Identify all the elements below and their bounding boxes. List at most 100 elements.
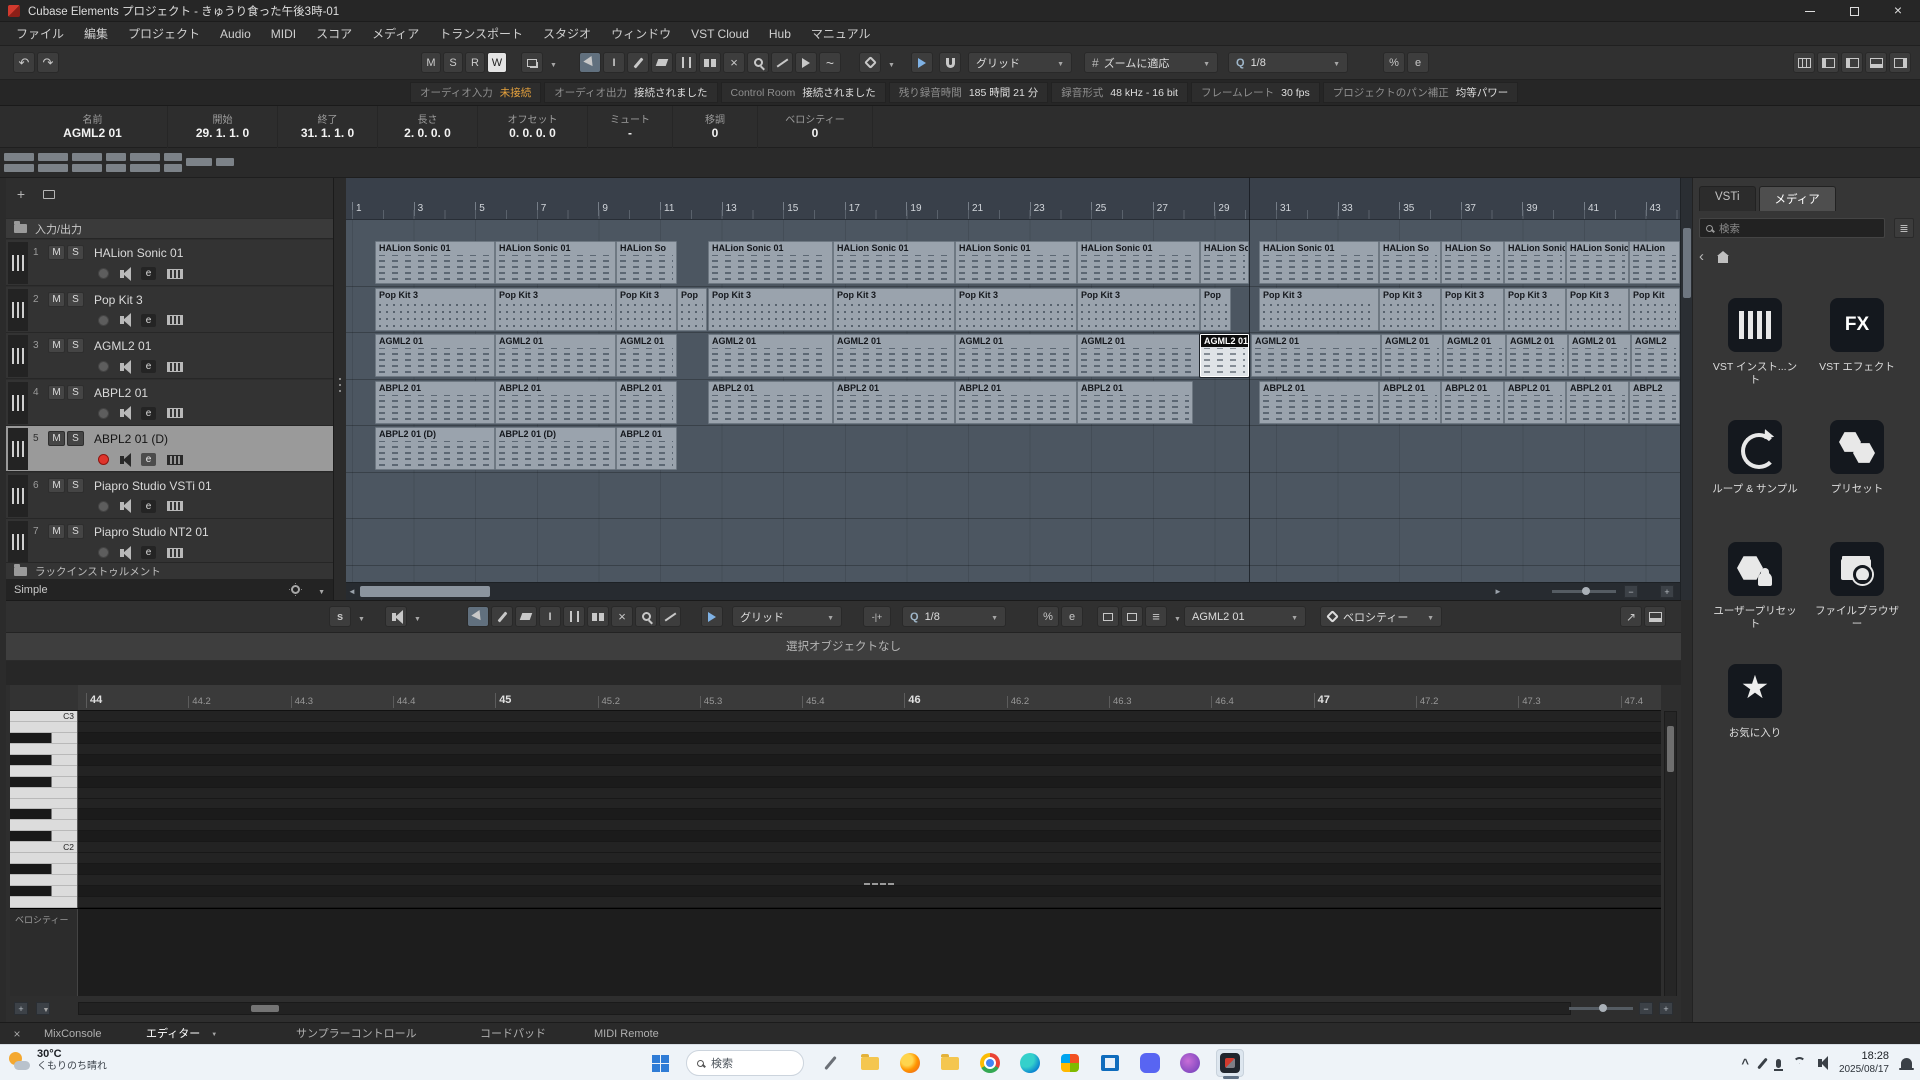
snap-type-combo[interactable]: グリッド xyxy=(968,52,1072,73)
midi-clip[interactable]: ABPL2 01 xyxy=(1441,381,1504,424)
automation-panel-button[interactable] xyxy=(521,52,543,73)
editor-lane-dropdown-button[interactable] xyxy=(36,1002,50,1015)
white-key[interactable]: C2 xyxy=(10,842,77,853)
track-row-7[interactable]: 7MSPiapro Studio NT2 01e xyxy=(6,519,333,565)
midi-clip[interactable]: HALion So xyxy=(616,241,677,284)
bottom-tab-3[interactable]: コードパッド xyxy=(480,1023,546,1045)
midi-clip[interactable]: HALion Sonic 01 xyxy=(708,241,833,284)
active-part-combo[interactable]: AGML2 01 xyxy=(1184,606,1306,627)
editor-trim-tool[interactable] xyxy=(539,606,561,627)
editor-zoom-tool[interactable] xyxy=(635,606,657,627)
black-key[interactable] xyxy=(10,886,77,897)
note-row[interactable] xyxy=(78,744,1661,755)
midi-clip[interactable]: AGML2 01 xyxy=(495,334,616,377)
edit-channel-button[interactable]: e xyxy=(141,453,156,466)
midi-clip[interactable]: ABPL2 01 xyxy=(1566,381,1629,424)
record-enable-button[interactable] xyxy=(98,547,109,558)
info-field-5[interactable]: ミュート- xyxy=(588,106,673,148)
midi-clip[interactable]: AGML2 01 xyxy=(1568,334,1631,377)
media-tile-vst-effects[interactable]: FXVST エフェクト xyxy=(1811,298,1903,374)
arrange-lane-3[interactable]: AGML2 01AGML2 01AGML2 01AGML2 01AGML2 01… xyxy=(346,333,1680,380)
midi-clip[interactable]: ABPL2 xyxy=(1629,381,1680,424)
firefox-icon[interactable] xyxy=(896,1049,924,1077)
midi-clip[interactable]: AGML2 01 xyxy=(833,334,955,377)
midi-clip[interactable]: HALion Sonic 01 xyxy=(1077,241,1200,284)
monitor-button[interactable] xyxy=(120,409,124,417)
track-solo-button[interactable]: S xyxy=(67,385,84,400)
track-mute-button[interactable]: M xyxy=(48,292,65,307)
taskbar-weather-widget[interactable]: 30°C くもりのち晴れ xyxy=(8,1048,107,1073)
quantize-combo[interactable]: Q1/8 xyxy=(1228,52,1348,73)
black-key[interactable] xyxy=(10,777,77,788)
note-row[interactable] xyxy=(78,722,1661,733)
info-field-2[interactable]: 終了31. 1. 1. 0 xyxy=(278,106,378,148)
track-solo-button[interactable]: S xyxy=(67,431,84,446)
midi-clip[interactable]: AGML2 01 xyxy=(616,334,677,377)
tray-chevron-up-icon[interactable] xyxy=(1741,1056,1749,1071)
bottom-tab-2[interactable]: サンプラーコントロール xyxy=(296,1023,417,1045)
edit-channel-button[interactable]: e xyxy=(141,360,156,373)
step-input-button[interactable] xyxy=(1097,606,1119,627)
media-app-icon[interactable] xyxy=(1176,1049,1204,1077)
record-enable-button[interactable] xyxy=(98,408,109,419)
midi-clip[interactable]: Pop xyxy=(677,288,707,331)
track-row-3[interactable]: 3MSAGML2 01e xyxy=(6,333,333,379)
project-cursor[interactable] xyxy=(1249,178,1250,582)
monitor-button[interactable] xyxy=(120,363,124,371)
midi-clip[interactable]: AGML2 01 xyxy=(708,334,833,377)
midi-clip[interactable]: Pop Kit 3 xyxy=(1259,288,1379,331)
iterative-quantize-button[interactable]: % xyxy=(1383,52,1405,73)
close-button[interactable] xyxy=(1876,0,1920,22)
arrange-vscroll-thumb[interactable] xyxy=(1683,228,1691,298)
track-mute-button[interactable]: M xyxy=(48,431,65,446)
midi-clip[interactable]: AGML2 01 xyxy=(1506,334,1568,377)
track-mute-button[interactable]: M xyxy=(48,338,65,353)
midi-clip[interactable]: Pop Kit 3 xyxy=(616,288,677,331)
midi-clip[interactable]: ABPL2 01 xyxy=(1504,381,1566,424)
arrange-lane-6[interactable] xyxy=(346,473,1680,520)
midi-clip[interactable]: AGML2 01 xyxy=(1200,334,1249,377)
record-enable-button[interactable] xyxy=(98,315,109,326)
white-key[interactable] xyxy=(10,722,77,733)
velocity-lane[interactable]: ベロシティー xyxy=(10,908,1661,997)
midi-clip[interactable]: Pop Kit 3 xyxy=(1441,288,1504,331)
zoom-in-button[interactable] xyxy=(1660,585,1674,598)
midi-clip[interactable]: ABPL2 01 xyxy=(375,381,495,424)
white-key[interactable] xyxy=(10,875,77,886)
menu-item-2[interactable]: プロジェクト xyxy=(118,22,210,46)
white-key[interactable]: C3 xyxy=(10,711,77,722)
track-row-1[interactable]: 1MSHALion Sonic 01e xyxy=(6,240,333,286)
arrange-ruler[interactable]: 135791113151719212325272931333537394143 xyxy=(346,178,1680,220)
erase-tool[interactable] xyxy=(651,52,673,73)
editor-ruler[interactable]: 4444.244.344.44545.245.345.44646.246.346… xyxy=(78,685,1661,711)
editor-erase-tool[interactable] xyxy=(515,606,537,627)
lower-zone-toggle-button[interactable] xyxy=(1865,52,1887,73)
note-row[interactable] xyxy=(78,820,1661,831)
midi-clip[interactable]: AGML2 xyxy=(1631,334,1680,377)
midi-clip[interactable]: ABPL2 01 xyxy=(1379,381,1441,424)
midi-clip[interactable]: Pop Kit 3 xyxy=(375,288,495,331)
menu-item-0[interactable]: ファイル xyxy=(6,22,74,46)
midi-clip[interactable]: Pop Kit 3 xyxy=(1504,288,1566,331)
global-automation-button-r[interactable]: R xyxy=(465,52,485,73)
chrome-icon[interactable] xyxy=(976,1049,1004,1077)
zoom-out-button[interactable] xyxy=(1624,585,1638,598)
midi-clip[interactable]: HALion Sonic 01 xyxy=(1259,241,1379,284)
record-enable-button[interactable] xyxy=(98,361,109,372)
midi-clip[interactable]: AGML2 01 xyxy=(375,334,495,377)
editor-zoom-slider[interactable] xyxy=(1569,1007,1633,1010)
white-key[interactable] xyxy=(10,897,77,908)
photos-app-icon[interactable] xyxy=(1056,1049,1084,1077)
horizontal-zoom-slider[interactable] xyxy=(1552,590,1616,593)
close-lower-zone-button[interactable] xyxy=(8,1023,26,1045)
info-field-1[interactable]: 開始29. 1. 1. 0 xyxy=(168,106,278,148)
track-mute-button[interactable]: M xyxy=(48,478,65,493)
discord-icon[interactable] xyxy=(1136,1049,1164,1077)
midi-clip[interactable]: HALion Sonic 01 xyxy=(495,241,616,284)
midi-clip[interactable]: Pop Kit 3 xyxy=(833,288,955,331)
track-row-5[interactable]: 5MSABPL2 01 (D)e xyxy=(6,426,333,472)
bottom-tab-1[interactable]: エディター xyxy=(146,1023,217,1045)
white-key[interactable] xyxy=(10,799,77,810)
color-menu-button[interactable] xyxy=(859,52,881,73)
midi-clip[interactable]: HALion Sonic 01 xyxy=(955,241,1077,284)
